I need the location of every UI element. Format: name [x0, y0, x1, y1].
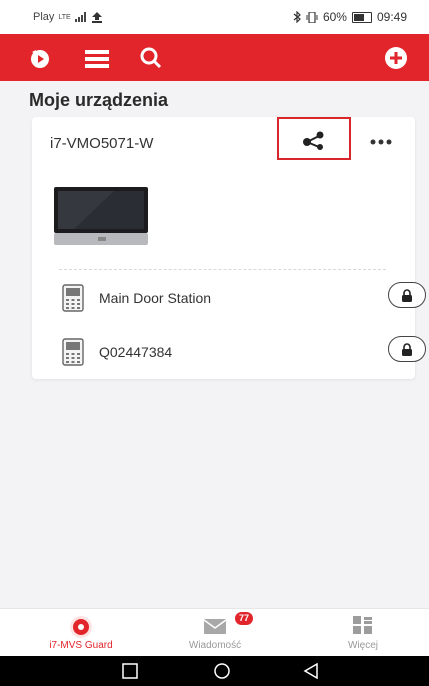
guard-icon [70, 616, 92, 638]
list-icon[interactable] [84, 46, 110, 70]
divider [59, 269, 386, 270]
sub-device-item[interactable]: Q02447384 [62, 336, 426, 368]
signal-icon [74, 12, 86, 22]
battery-percent: 60% [322, 10, 347, 24]
battery-icon [351, 11, 372, 23]
add-icon[interactable] [383, 46, 409, 70]
app-bar [0, 34, 429, 81]
sub-device-label: Main Door Station [99, 290, 212, 306]
recents-icon[interactable] [121, 663, 139, 679]
search-icon[interactable] [138, 46, 164, 70]
unlock-button[interactable] [388, 282, 426, 308]
lock-icon [402, 288, 412, 302]
bottom-nav: i7-MVS Guard Wiadomość 77 Więcej [0, 608, 429, 657]
mail-icon [203, 619, 227, 634]
nav-label: Wiadomość [188, 640, 242, 651]
nav-guard[interactable]: i7-MVS Guard [31, 611, 131, 655]
vibrate-icon [306, 11, 318, 23]
more-options-icon[interactable] [367, 135, 397, 149]
sub-device-item[interactable]: Main Door Station [62, 282, 426, 314]
clock: 09:49 [376, 10, 407, 24]
door-station-icon [62, 338, 84, 366]
device-name: i7-VMO5071-W [50, 135, 154, 152]
nav-label: Więcej [347, 640, 378, 651]
share-icon[interactable] [302, 131, 326, 151]
nav-label: i7-MVS Guard [49, 640, 113, 651]
system-nav-bar [0, 656, 429, 686]
door-station-icon [62, 284, 84, 312]
device-monitor-image [54, 187, 148, 245]
nav-more[interactable]: Więcej [313, 611, 413, 655]
unlock-button[interactable] [388, 336, 426, 362]
device-card[interactable]: i7-VMO5071-W Main Door Station Q02447384 [32, 117, 426, 379]
upload-icon [91, 11, 102, 23]
page-title: Moje urządzenia [29, 90, 169, 110]
message-count-badge: 77 [234, 611, 255, 626]
home-icon[interactable] [213, 663, 231, 679]
status-right: 60% 09:49 [293, 10, 407, 24]
bluetooth-icon [293, 11, 301, 23]
back-icon[interactable] [303, 662, 321, 680]
status-bar: Play LTE 60% 09:49 [0, 0, 429, 34]
more-grid-icon [353, 616, 372, 634]
status-left: Play LTE [33, 11, 103, 23]
lock-icon [402, 342, 412, 356]
carrier-label: Play [33, 11, 55, 23]
network-type: LTE [58, 13, 71, 21]
sub-device-label: Q02447384 [99, 344, 173, 360]
playback-icon[interactable] [27, 46, 53, 70]
